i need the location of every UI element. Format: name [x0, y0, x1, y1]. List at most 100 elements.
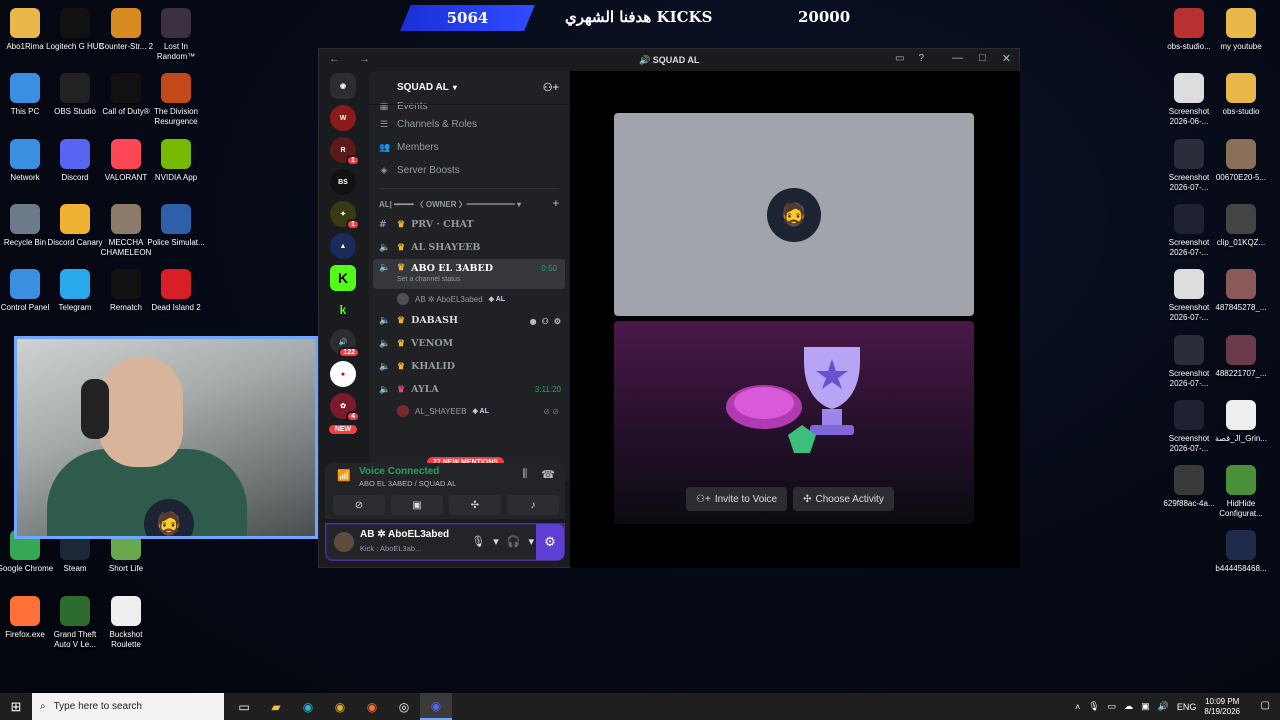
- server-icon[interactable]: R1: [330, 137, 360, 166]
- channel-ayla[interactable]: 🔈 ♛ AYLA 3:11:20: [369, 378, 569, 401]
- desktop-icon[interactable]: Screenshot 2026-07-...: [1160, 200, 1218, 258]
- invite-icon[interactable]: ⚇: [542, 316, 549, 326]
- volume-icon[interactable]: 🔊: [1158, 701, 1169, 712]
- desktop-icon[interactable]: Discord: [46, 135, 104, 183]
- desktop-icon[interactable]: Screenshot 2026-07-...: [1160, 396, 1218, 454]
- server-icon[interactable]: 🔊 122: [330, 329, 360, 358]
- server-wanted[interactable]: W: [330, 105, 356, 131]
- server-icon[interactable]: ✦ 1: [330, 201, 360, 230]
- user-name[interactable]: AB ✲ AboEL3abed: [360, 529, 449, 540]
- user-settings-button[interactable]: ⚙: [536, 524, 564, 560]
- voice-user-row[interactable]: AL_SHAYEEB ◈ AL ⊘ ⊘: [369, 401, 569, 421]
- screen-share-button[interactable]: ▣: [391, 495, 443, 515]
- desktop-icon[interactable]: Grand Theft Auto V Le...: [46, 592, 104, 650]
- task-view-button[interactable]: ▭: [228, 693, 260, 720]
- chevron-up-icon[interactable]: ˄: [1075, 702, 1080, 712]
- desktop-icon[interactable]: OBS Studio: [46, 69, 104, 117]
- taskbar-edge[interactable]: ◉: [292, 693, 324, 720]
- soundboard-button[interactable]: ♪: [507, 495, 559, 515]
- server-icon[interactable]: ✿ 4: [330, 393, 360, 422]
- taskbar-search[interactable]: ⌕ Type here to search: [32, 693, 224, 720]
- onedrive-icon[interactable]: ☁: [1124, 701, 1133, 712]
- desktop-icon[interactable]: Dead Island 2: [147, 265, 205, 313]
- microphone-icon[interactable]: 🎙: [1088, 701, 1099, 712]
- desktop-icon[interactable]: HidHide Configurat...: [1212, 461, 1270, 519]
- close-icon[interactable]: ✕: [1002, 52, 1011, 65]
- desktop-icon[interactable]: Buckshot Roulette: [97, 592, 155, 650]
- camera-off-button[interactable]: ⊘: [333, 495, 385, 515]
- server-icon[interactable]: ▲: [330, 233, 356, 259]
- desktop-icon[interactable]: Logitech G HUB: [46, 4, 104, 52]
- help-icon[interactable]: ?: [918, 53, 924, 64]
- menu-members[interactable]: 👥 Members: [369, 136, 569, 159]
- new-badge[interactable]: NEW: [328, 425, 358, 434]
- category-owner[interactable]: AL| ━━━━ 〈 OWNER 〉━━━━━━ ▾ +: [369, 195, 569, 213]
- desktop-icon[interactable]: The Division Resurgence: [147, 69, 205, 127]
- desktop-icon[interactable]: 00670E20-5...: [1212, 135, 1270, 183]
- server-icon[interactable]: ●: [330, 361, 356, 387]
- server-kick[interactable]: K: [330, 265, 356, 291]
- channel-dabash[interactable]: 🔈 ♛ DABASH ● ⚇ ⚙: [369, 309, 569, 332]
- desktop-icon[interactable]: obs-studio: [1212, 69, 1270, 117]
- microphone-icon[interactable]: 🎙: [471, 535, 485, 548]
- taskbar-firefox[interactable]: ◉: [356, 693, 388, 720]
- desktop-icon[interactable]: 488221707_...: [1212, 331, 1270, 379]
- nav-arrows-icon[interactable]: ← →: [329, 53, 378, 65]
- notification-icon[interactable]: ▢: [1261, 700, 1270, 711]
- desktop-icon[interactable]: b444458468...: [1212, 526, 1270, 574]
- desktop-icon[interactable]: Screenshot 2026-07-...: [1160, 331, 1218, 389]
- noise-suppression-icon[interactable]: ⫼: [522, 468, 527, 481]
- choose-activity-button[interactable]: ✣ Choose Activity: [793, 487, 894, 511]
- desktop-icon[interactable]: Lost In Random™: [147, 4, 205, 62]
- maximize-icon[interactable]: □: [979, 52, 986, 65]
- desktop-icon[interactable]: قصة_JI_Grin...: [1212, 396, 1270, 444]
- clock[interactable]: 10:09 PM 8/19/2026: [1204, 697, 1240, 717]
- taskbar-obs[interactable]: ◎: [388, 693, 420, 720]
- discord-home-icon[interactable]: ◉: [330, 73, 356, 99]
- server-kick-small[interactable]: k: [330, 297, 356, 323]
- minimize-icon[interactable]: —: [952, 52, 963, 65]
- voice-channel-path[interactable]: ABO EL 3ABED / SQUAD AL: [359, 479, 456, 488]
- taskbar-chrome[interactable]: ◉: [324, 693, 356, 720]
- desktop-icon[interactable]: Telegram: [46, 265, 104, 313]
- desktop-icon[interactable]: Screenshot 2026-07-...: [1160, 265, 1218, 323]
- desktop-icon[interactable]: NVIDIA App: [147, 135, 205, 183]
- desktop-icon[interactable]: Screenshot 2026-06-...: [1160, 69, 1218, 127]
- add-channel-icon[interactable]: +: [553, 198, 559, 210]
- chevron-down-icon[interactable]: ▾: [493, 535, 499, 548]
- headphones-icon[interactable]: 🎧: [507, 535, 521, 548]
- voice-status[interactable]: Voice Connected: [359, 466, 439, 477]
- channel-khalid[interactable]: 🔈 ♛ KHALID: [369, 355, 569, 378]
- desktop-icon[interactable]: Screenshot 2026-07-...: [1160, 135, 1218, 193]
- desktop-icon[interactable]: Police Simulat...: [147, 200, 205, 248]
- desktop-icon[interactable]: obs-studio...: [1160, 4, 1218, 52]
- channel-abo-el-3abed[interactable]: 🔈 ♛ ABO EL 3ABED 0:50 Set a channel status: [373, 259, 565, 289]
- server-black-shop[interactable]: BS: [330, 169, 356, 195]
- network-icon[interactable]: ▣: [1141, 701, 1150, 712]
- inbox-icon[interactable]: ▭: [895, 53, 904, 64]
- voice-user-row[interactable]: AB ✲ AboEL3abed ◈ AL: [369, 289, 569, 309]
- add-member-icon[interactable]: ⚇+: [543, 81, 559, 94]
- language-indicator[interactable]: ENG: [1177, 702, 1197, 712]
- channel-venom[interactable]: 🔈 ♛ VENOM: [369, 332, 569, 355]
- participant-tile[interactable]: 🧔: [614, 113, 974, 316]
- battery-icon[interactable]: ▭: [1108, 701, 1117, 712]
- start-button[interactable]: ⊞: [0, 693, 32, 720]
- avatar[interactable]: [334, 532, 354, 552]
- disconnect-icon[interactable]: ☎: [541, 468, 555, 481]
- desktop-icon[interactable]: Discord Canary: [46, 200, 104, 248]
- menu-server-boosts[interactable]: ◈ Server Boosts: [369, 159, 569, 182]
- invite-to-voice-button[interactable]: ⚇+ Invite to Voice: [686, 487, 788, 511]
- channel-status-prompt[interactable]: Set a channel status: [397, 276, 460, 283]
- desktop-icon[interactable]: clip_01KQZ...: [1212, 200, 1270, 248]
- chat-icon[interactable]: ●: [530, 316, 537, 326]
- desktop-icon[interactable]: 487845278_...: [1212, 265, 1270, 313]
- server-header[interactable]: SQUAD AL ▾ ⚇+: [369, 71, 569, 105]
- chevron-down-icon[interactable]: ▾: [528, 535, 534, 548]
- channel-prv-chat[interactable]: # ♛ PRV · CHAT: [369, 213, 569, 236]
- activities-button[interactable]: ✣: [449, 495, 501, 515]
- taskbar-discord[interactable]: ◉: [420, 693, 452, 720]
- channel-al-shayeeb[interactable]: 🔈 ♛ AL SHAYEEB: [369, 236, 569, 259]
- signal-icon[interactable]: 📶: [337, 469, 351, 482]
- gear-icon[interactable]: ⚙: [554, 316, 561, 326]
